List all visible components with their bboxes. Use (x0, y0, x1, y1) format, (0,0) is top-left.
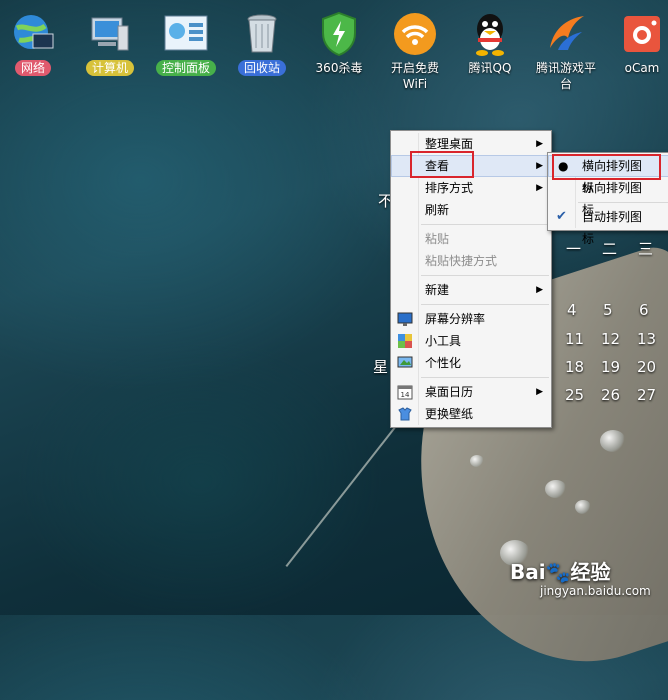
water-drop (575, 500, 591, 514)
calendar-day[interactable]: 27 (637, 386, 656, 404)
computer-icon (86, 10, 134, 58)
calendar-day[interactable]: 13 (637, 330, 656, 348)
desktop-icon-network[interactable]: 网络 (0, 10, 71, 76)
menu-item-new[interactable]: 新建 ▶ (391, 279, 551, 301)
menu-item-view[interactable]: 查看 ▶ (391, 155, 551, 177)
menu-item-label: 屏幕分辨率 (425, 312, 486, 326)
menu-item-arrange-horizontal[interactable]: ● 横向排列图标 (548, 155, 668, 195)
watermark-url: jingyan.baidu.com (540, 584, 651, 598)
calendar-day[interactable]: 20 (637, 358, 656, 376)
network-globe-icon (9, 10, 57, 58)
menu-item-label: 查看 (425, 159, 450, 173)
menu-item-label: 整理桌面 (425, 137, 474, 151)
water-drop (470, 455, 484, 467)
water-drop (545, 480, 567, 498)
calendar-day[interactable]: 4 (567, 301, 577, 319)
calendar-weekday: 二 (602, 240, 618, 258)
desktop-icon-tencent-game[interactable]: 腾讯游戏平台 (528, 10, 604, 92)
paw-icon: 🐾 (545, 560, 571, 584)
calendar-day[interactable]: 18 (565, 358, 584, 376)
calendar-weekday: 三 (638, 240, 654, 258)
monitor-icon (397, 312, 413, 326)
calendar-icon: 14 (397, 385, 413, 400)
menu-item-refresh[interactable]: 刷新 (391, 199, 551, 221)
menu-separator (421, 224, 549, 225)
svg-text:14: 14 (401, 391, 410, 399)
gadgets-icon (398, 334, 412, 348)
radio-bullet-icon: ● (558, 159, 569, 173)
desktop-icon-label: oCam (624, 61, 660, 75)
desktop-icon-wifi[interactable]: 开启免费WiFi (377, 10, 453, 92)
desktop-context-menu: 整理桌面 ▶ 查看 ▶ 排序方式 ▶ 刷新 粘贴 粘贴快捷方式 新建 ▶ 屏幕分辨率 小… (390, 130, 552, 428)
menu-item-change-wallpaper[interactable]: 更换壁纸 (391, 403, 551, 425)
submenu-arrow-icon: ▶ (536, 387, 543, 397)
menu-separator (421, 304, 549, 305)
desktop-icon-qq[interactable]: 腾讯QQ (452, 10, 528, 76)
desktop-icon-ocam[interactable]: oCam (604, 10, 668, 76)
menu-item-label: 排序方式 (425, 181, 474, 195)
submenu-arrow-icon: ▶ (536, 161, 543, 171)
menu-item-auto-arrange[interactable]: ✔ 自动排列图标 (548, 206, 668, 246)
calendar-day[interactable]: 5 (603, 301, 613, 319)
menu-item-label: 粘贴快捷方式 (425, 254, 498, 268)
recycle-bin-icon (238, 10, 286, 58)
menu-item-label: 更换壁纸 (425, 407, 474, 421)
wifi-icon (391, 10, 439, 58)
desktop-icon-label: 开启免费WiFi (390, 61, 439, 91)
menu-item-label: 桌面日历 (425, 385, 474, 399)
calendar-weekday: 一 (566, 240, 582, 258)
desktop-icon-label: 腾讯游戏平台 (535, 61, 596, 91)
camera-icon (618, 10, 666, 58)
calendar-day[interactable]: 11 (565, 330, 584, 348)
menu-item-arrange-vertical[interactable]: 纵向排列图标 (548, 177, 668, 217)
menu-item-paste: 粘贴 (391, 228, 551, 250)
control-panel-icon (162, 10, 210, 58)
desktop-icon-label: 网络 (14, 60, 51, 76)
calendar-side-char: 星 (373, 358, 389, 376)
submenu-arrow-icon: ▶ (536, 285, 543, 295)
menu-item-desktop-calendar[interactable]: 14 桌面日历 ▶ (391, 381, 551, 403)
desktop-icon-label: 回收站 (237, 60, 286, 76)
menu-item-label: 粘贴 (425, 232, 450, 246)
desktop-icon-label: 计算机 (85, 60, 134, 76)
calendar-day[interactable]: 12 (601, 330, 620, 348)
desktop-icon-label: 360杀毒 (315, 61, 363, 75)
menu-item-paste-shortcut: 粘贴快捷方式 (391, 250, 551, 272)
calendar-day[interactable]: 26 (601, 386, 620, 404)
qq-penguin-icon (466, 10, 514, 58)
submenu-arrow-icon: ▶ (536, 139, 543, 149)
menu-item-label: 小工具 (425, 334, 462, 348)
checkmark-icon: ✔ (556, 209, 567, 224)
menu-item-label: 个性化 (425, 356, 462, 370)
menu-item-organize-desktop[interactable]: 整理桌面 ▶ (391, 133, 551, 155)
menu-item-sort-by[interactable]: 排序方式 ▶ (391, 177, 551, 199)
desktop-icon-computer[interactable]: 计算机 (72, 10, 148, 76)
view-submenu: ● 横向排列图标 纵向排列图标 ✔ 自动排列图标 (547, 152, 668, 246)
personalize-icon (397, 356, 413, 368)
menu-separator (421, 377, 549, 378)
water-drop (600, 430, 626, 452)
menu-item-gadgets[interactable]: 小工具 (391, 330, 551, 352)
desktop-icon-recycle-bin[interactable]: 回收站 (224, 10, 300, 76)
wallpaper-icon (398, 407, 412, 421)
desktop-icon-control-panel[interactable]: 控制面板 (148, 10, 224, 76)
watermark-suffix: 经验 (570, 560, 611, 584)
menu-item-personalize[interactable]: 个性化 (391, 352, 551, 374)
desktop-icon-label: 腾讯QQ (468, 61, 512, 75)
submenu-arrow-icon: ▶ (536, 183, 543, 193)
menu-item-label: 刷新 (425, 203, 450, 217)
watermark-brand: Bai (510, 560, 546, 584)
shield-icon (315, 10, 363, 58)
desktop-icon-label: 控制面板 (155, 60, 216, 76)
menu-separator (421, 275, 549, 276)
calendar-day[interactable]: 25 (565, 386, 584, 404)
calendar-day[interactable]: 19 (601, 358, 620, 376)
menu-item-label: 新建 (425, 283, 450, 297)
desktop-icon-360[interactable]: 360杀毒 (301, 10, 377, 76)
calendar-day[interactable]: 6 (639, 301, 649, 319)
tencent-game-icon (542, 10, 590, 58)
menu-item-screen-resolution[interactable]: 屏幕分辨率 (391, 308, 551, 330)
baidu-watermark: Bai🐾经验 (510, 556, 611, 585)
